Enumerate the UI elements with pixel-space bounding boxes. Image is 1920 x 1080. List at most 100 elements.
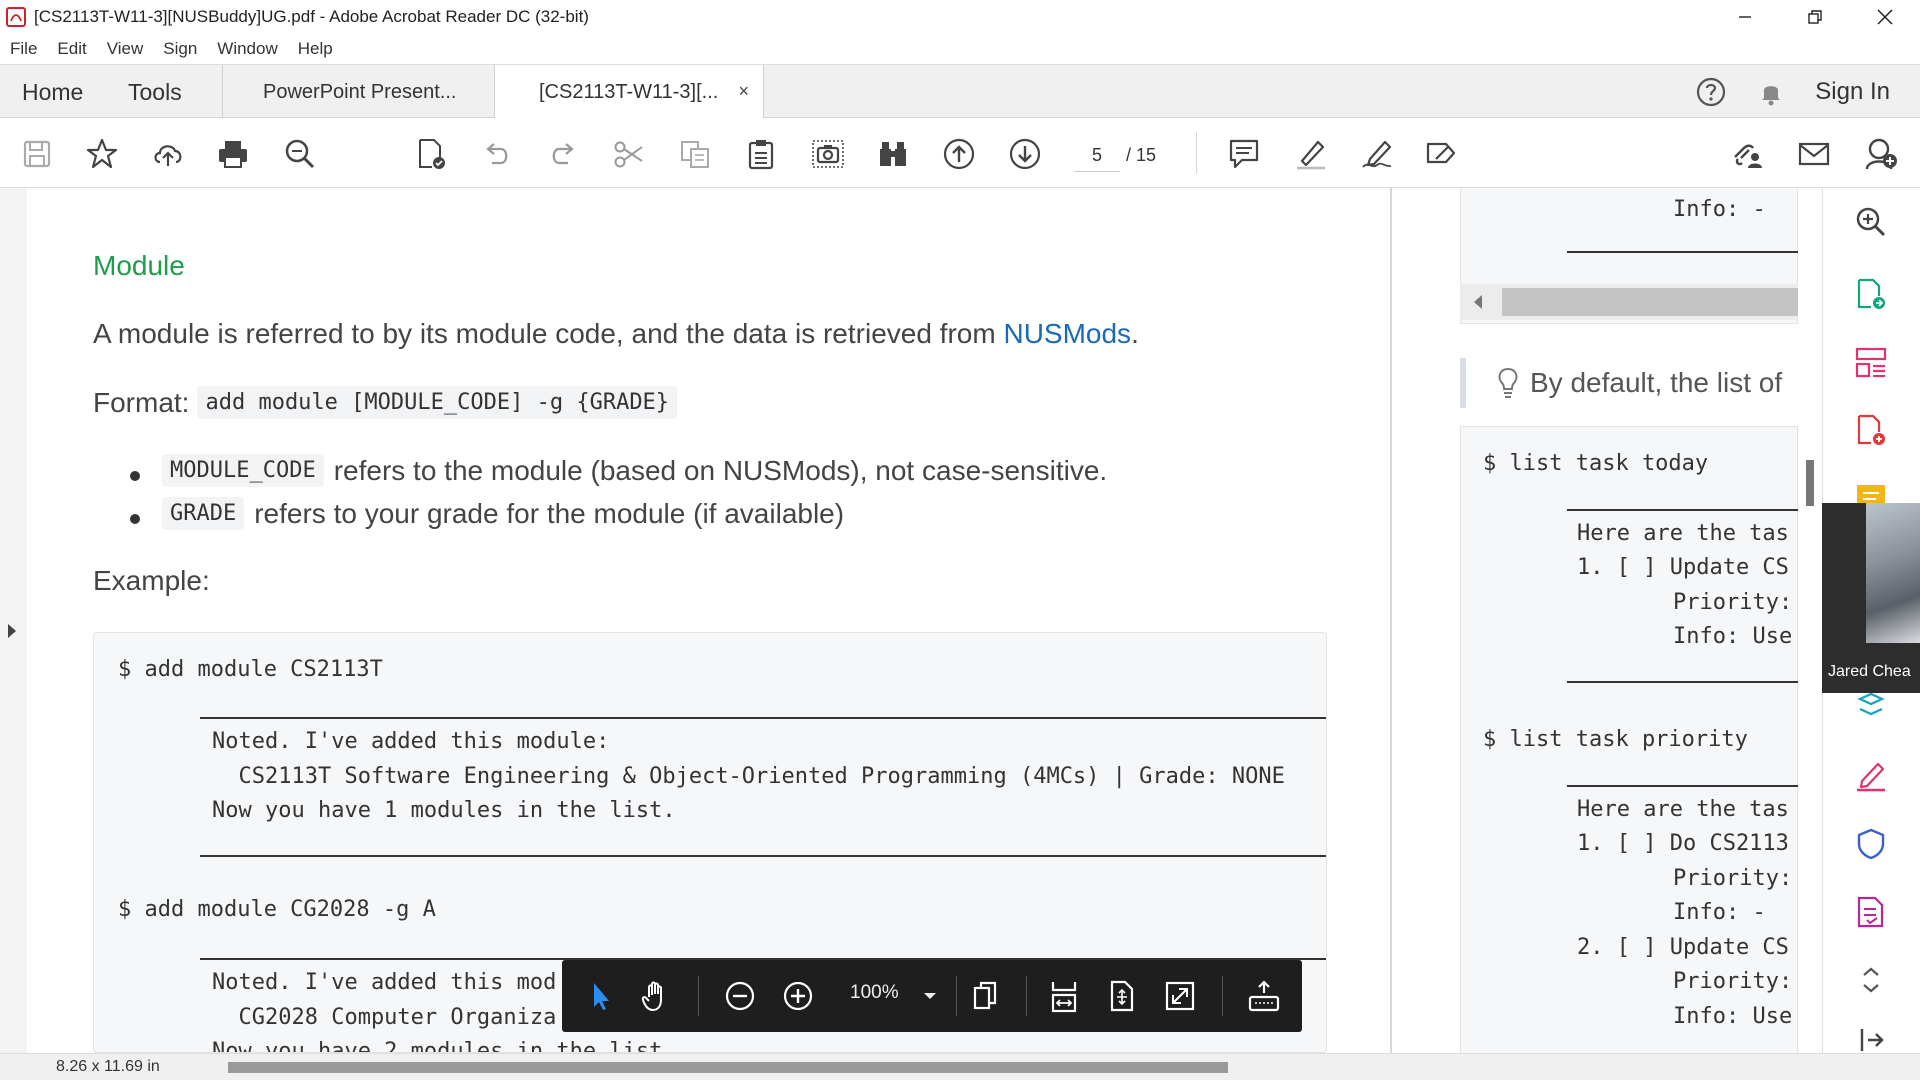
menu-help[interactable]: Help — [298, 39, 333, 59]
window-controls — [1710, 0, 1920, 34]
signature-pen-icon — [1362, 140, 1392, 168]
vertical-scrollbar-thumb[interactable] — [1806, 460, 1814, 506]
code-horizontal-scrollbar[interactable] — [1460, 284, 1798, 320]
menu-view[interactable]: View — [107, 39, 144, 59]
redo-button[interactable] — [544, 135, 582, 173]
code-line: Noted. I've added this mod — [212, 970, 557, 995]
full-screen-button[interactable] — [1162, 978, 1198, 1014]
zoom-tool-button[interactable] — [1853, 204, 1889, 240]
clipboard-icon — [748, 140, 774, 170]
copy-button[interactable] — [676, 135, 714, 173]
save-button[interactable] — [18, 135, 56, 173]
zoom-out-button[interactable] — [722, 978, 758, 1014]
edit-pdf-button[interactable] — [1853, 894, 1889, 930]
close-tab-button[interactable]: × — [738, 81, 749, 102]
compare-button[interactable] — [874, 135, 912, 173]
notifications-button[interactable] — [1755, 76, 1787, 108]
tab-tools[interactable]: Tools — [128, 79, 182, 106]
next-page-button[interactable] — [1006, 135, 1044, 173]
person-add-icon — [1865, 138, 1897, 170]
code-line: $ list task priority — [1483, 727, 1748, 752]
read-mode-button[interactable] — [1246, 978, 1282, 1014]
email-button[interactable] — [1795, 135, 1833, 173]
bookmark-button[interactable] — [83, 135, 121, 173]
upload-cloud-button[interactable] — [149, 135, 187, 173]
snapshot-button[interactable] — [809, 135, 847, 173]
code-rule — [1567, 251, 1798, 253]
select-tool-button[interactable] — [582, 978, 618, 1014]
code-rule — [1567, 681, 1798, 683]
comment-button[interactable] — [1225, 135, 1263, 173]
menu-window[interactable]: Window — [217, 39, 277, 59]
code-line: $ add module CS2113T — [118, 657, 383, 682]
menu-sign[interactable]: Sign — [163, 39, 197, 59]
zoom-dropdown-icon[interactable] — [924, 993, 936, 999]
zoom-search-icon — [285, 139, 315, 169]
create-pdf-button[interactable] — [1853, 412, 1889, 448]
protect-button[interactable] — [1853, 826, 1889, 862]
sign-button[interactable] — [1358, 135, 1396, 173]
expand-tools-button[interactable] — [1853, 962, 1889, 998]
sign-in-link[interactable]: Sign In — [1815, 78, 1890, 106]
tab-document-powerpoint[interactable]: PowerPoint Present... — [223, 65, 493, 119]
bullet-dot — [130, 514, 140, 524]
code-rule — [1567, 509, 1798, 511]
floating-page-toolbar: 100% — [562, 960, 1302, 1032]
code-line: 2. [ ] Update CS — [1577, 935, 1789, 960]
edit-text-button[interactable] — [412, 135, 450, 173]
left-panel-toggle[interactable] — [0, 188, 27, 1053]
organize-pages-button[interactable] — [1853, 344, 1889, 380]
code-rule — [1567, 785, 1798, 787]
menu-file[interactable]: File — [10, 39, 37, 59]
code-line: $ list task today — [1483, 451, 1709, 476]
share-link-button[interactable] — [1728, 135, 1766, 173]
tab-bar-actions: Sign In — [1695, 65, 1920, 119]
hand-tool-button[interactable] — [638, 978, 674, 1014]
code-line: 1. [ ] Do CS2113 — [1577, 831, 1789, 856]
edit-document-icon — [1857, 896, 1884, 928]
close-window-button[interactable] — [1850, 0, 1920, 34]
export-pdf-button[interactable] — [1853, 276, 1889, 312]
page-number-input[interactable]: 5 — [1074, 138, 1120, 172]
video-call-thumbnail[interactable]: Jared Chea — [1822, 503, 1920, 693]
menu-bar: File Edit View Sign Window Help — [0, 34, 1920, 64]
scrollbar-thumb[interactable] — [1502, 288, 1798, 316]
find-button[interactable] — [281, 135, 319, 173]
list-item-text: refers to the module (based on NUSMods),… — [333, 454, 1108, 486]
nusmods-link[interactable]: NUSMods — [1003, 318, 1131, 349]
horizontal-scrollbar-thumb[interactable] — [228, 1062, 1228, 1073]
fit-width-button[interactable] — [1046, 978, 1082, 1014]
help-button[interactable] — [1695, 76, 1727, 108]
page-size-indicator: 8.26 x 11.69 in — [56, 1058, 160, 1075]
fill-sign-button[interactable] — [1422, 135, 1460, 173]
page-display-button[interactable] — [968, 978, 1004, 1014]
previous-page-button[interactable] — [940, 135, 978, 173]
highlight-button[interactable] — [1292, 135, 1330, 173]
redo-icon — [552, 143, 574, 165]
minimize-button[interactable] — [1710, 0, 1780, 34]
zoom-in-button[interactable] — [780, 978, 816, 1014]
restore-button[interactable] — [1780, 0, 1850, 34]
add-person-button[interactable] — [1862, 135, 1900, 173]
close-icon — [1877, 9, 1893, 25]
print-button[interactable] — [214, 135, 252, 173]
cut-button[interactable] — [610, 135, 648, 173]
combine-files-button[interactable] — [1853, 690, 1889, 726]
scroll-left-arrow-icon[interactable] — [1474, 295, 1482, 309]
restore-icon — [1808, 10, 1822, 24]
tab-home[interactable]: Home — [22, 79, 83, 106]
floating-toolbar-divider — [956, 976, 957, 1016]
undo-button[interactable] — [478, 135, 516, 173]
tab-document-active[interactable]: [CS2113T-W11-3][... × — [494, 65, 764, 120]
organize-pages-icon — [1855, 347, 1887, 378]
participant-name: Jared Chea — [1828, 663, 1911, 680]
link-person-icon — [1734, 144, 1762, 168]
fill-sign-tool-button[interactable] — [1853, 758, 1889, 794]
tab-document-label: PowerPoint Present... — [263, 80, 457, 103]
zoom-level[interactable]: 100% — [850, 982, 899, 1004]
code-line: Priority: — [1673, 969, 1793, 994]
menu-edit[interactable]: Edit — [57, 39, 86, 59]
fit-page-button[interactable] — [1104, 978, 1140, 1014]
scissors-icon — [614, 141, 643, 168]
paste-button[interactable] — [742, 135, 780, 173]
